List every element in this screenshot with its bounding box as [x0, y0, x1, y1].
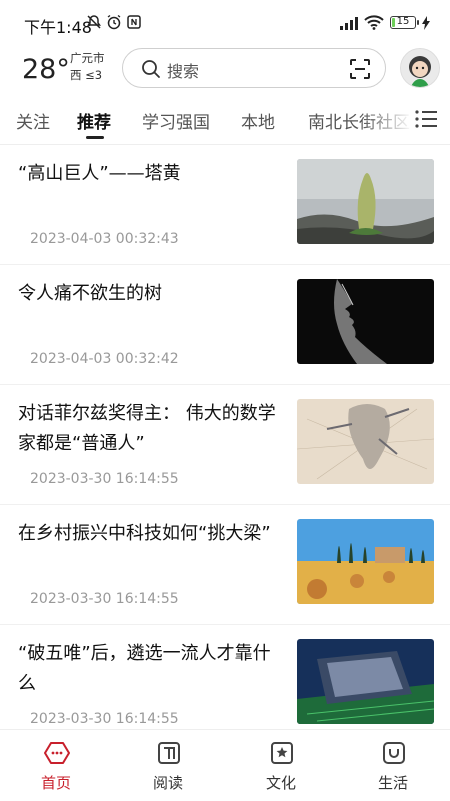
category-tabs: 关注 推荐 学习强国 本地 南北长街社区 [0, 96, 450, 145]
header: 28° 广元市 西 ≤3 搜索 [0, 44, 450, 96]
tab-menu-button[interactable] [414, 108, 440, 130]
news-feed: “高山巨人”——塔黄 2023-04-03 00:32:43 令人痛不欲生的树 … [0, 145, 450, 745]
life-icon [383, 742, 405, 764]
signal-icon [340, 16, 358, 30]
news-thumbnail [297, 279, 434, 364]
status-bar: 下午1:48 15 [0, 0, 450, 44]
search-placeholder: 搜索 [167, 62, 200, 81]
wifi-icon [364, 15, 384, 30]
battery-level: 15 [396, 16, 410, 27]
news-thumbnail [297, 399, 434, 484]
city-name: 广元市 [70, 51, 105, 65]
charging-icon [422, 15, 430, 30]
home-icon [44, 742, 70, 764]
news-thumbnail [297, 639, 434, 724]
status-icons-right: 15 [340, 15, 430, 30]
chip-thumbnail [297, 639, 434, 724]
alarm-icon [107, 14, 121, 30]
avatar-image [401, 49, 439, 87]
avatar[interactable] [400, 48, 440, 88]
news-item[interactable]: 令人痛不欲生的树 2023-04-03 00:32:42 [0, 265, 450, 385]
face-profile-thumbnail [297, 279, 434, 364]
news-thumbnail [297, 159, 434, 244]
news-thumbnail [297, 519, 434, 604]
news-time: 2023-04-03 00:32:43 [30, 231, 179, 247]
nav-culture[interactable]: 文化 [225, 730, 337, 801]
nav-read[interactable]: 阅读 [112, 730, 224, 801]
tab-local[interactable]: 本地 [241, 108, 275, 133]
nav-home[interactable]: 首页 [0, 730, 112, 801]
search-icon [142, 60, 160, 78]
news-title: 令人痛不欲生的树 [18, 283, 162, 304]
news-time: 2023-04-03 00:32:42 [30, 351, 179, 367]
news-title: 在乡村振兴中科技如何“挑大梁” [18, 523, 271, 544]
book-icon [158, 742, 180, 764]
temperature[interactable]: 28° [22, 54, 70, 85]
battery-icon: 15 [390, 16, 419, 29]
nav-label: 阅读 [152, 774, 183, 792]
wind-info: 西 ≤3 [70, 68, 103, 82]
mute-bell-icon [87, 15, 101, 29]
status-icons-left [86, 14, 142, 30]
tab-recommend[interactable]: 推荐 [77, 108, 111, 133]
tab-study[interactable]: 学习强国 [142, 108, 210, 133]
plant-thumbnail [297, 159, 434, 244]
search-bar[interactable]: 搜索 [122, 48, 386, 88]
nav-label: 生活 [377, 774, 408, 792]
bottom-nav: 首页 阅读 文化 生活 [0, 729, 450, 801]
active-tab-indicator [86, 136, 104, 139]
culture-icon [271, 742, 293, 764]
news-item[interactable]: 对话菲尔兹奖得主： 伟大的数学家都是“普通人” 2023-03-30 16:14… [0, 385, 450, 505]
nav-life[interactable]: 生活 [337, 730, 449, 801]
news-title: “破五唯”后，遴选一流人才靠什么 [18, 643, 271, 694]
nav-label: 首页 [40, 774, 71, 792]
news-time: 2023-03-30 16:14:55 [30, 711, 179, 727]
status-time: 下午1:48 [24, 18, 92, 37]
nfc-icon [127, 15, 141, 29]
tab-follow[interactable]: 关注 [16, 108, 50, 133]
tab-fade [362, 96, 412, 142]
weather-location[interactable]: 广元市 西 ≤3 [70, 50, 105, 84]
news-title: 对话菲尔兹奖得主： 伟大的数学家都是“普通人” [18, 403, 276, 454]
news-item[interactable]: 在乡村振兴中科技如何“挑大梁” 2023-03-30 16:14:55 [0, 505, 450, 625]
news-time: 2023-03-30 16:14:55 [30, 591, 179, 607]
scan-icon[interactable] [349, 58, 371, 80]
news-item[interactable]: “破五唯”后，遴选一流人才靠什么 2023-03-30 16:14:55 [0, 625, 450, 745]
shell-drawing-thumbnail [297, 399, 434, 484]
news-item[interactable]: “高山巨人”——塔黄 2023-04-03 00:32:43 [0, 145, 450, 265]
news-time: 2023-03-30 16:14:55 [30, 471, 179, 487]
nav-label: 文化 [265, 774, 296, 792]
countryside-thumbnail [297, 519, 434, 604]
news-title: “高山巨人”——塔黄 [18, 163, 181, 184]
menu-list-icon [415, 110, 437, 128]
